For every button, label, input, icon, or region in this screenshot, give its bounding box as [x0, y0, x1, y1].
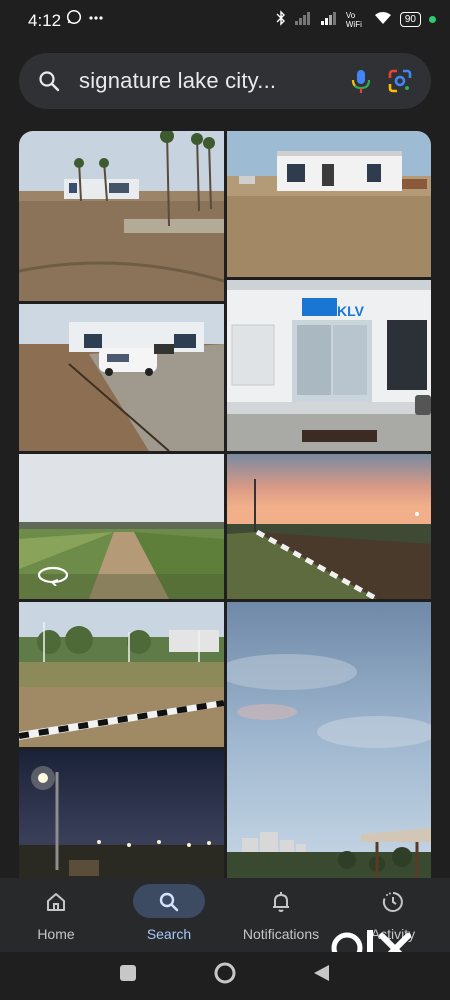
- image-result-6[interactable]: [227, 454, 431, 599]
- nav-home-label: Home: [37, 926, 75, 942]
- battery-indicator: 90: [399, 12, 421, 27]
- nav-notifications-label: Notifications: [242, 926, 320, 942]
- activity-icon: [381, 890, 405, 919]
- search-icon[interactable]: [37, 69, 61, 98]
- recent-apps-icon[interactable]: [119, 964, 137, 987]
- nav-notifications[interactable]: Notifications: [225, 878, 337, 952]
- vowifi-label: Vo WiFi: [345, 10, 362, 29]
- 360-view-icon[interactable]: [36, 564, 70, 586]
- bluetooth-icon: [276, 10, 286, 29]
- status-bar: 4:12 Vo WiFi 90: [0, 0, 450, 42]
- signal-2-icon: [320, 11, 338, 28]
- image-result-5[interactable]: [19, 454, 224, 599]
- system-navigation: [0, 952, 450, 1000]
- status-left-icons: [66, 9, 104, 30]
- status-time: 4:12: [28, 11, 62, 30]
- nav-home[interactable]: Home: [0, 878, 112, 952]
- image-result-1[interactable]: [19, 131, 224, 301]
- wifi-icon: [374, 11, 392, 28]
- image-result-2[interactable]: [227, 131, 431, 277]
- search-query[interactable]: signature lake city...: [79, 68, 276, 94]
- google-lens-icon[interactable]: [387, 68, 413, 99]
- home-button-icon[interactable]: [213, 961, 237, 990]
- back-icon[interactable]: [312, 963, 332, 988]
- privacy-dot-icon: [429, 16, 436, 23]
- home-icon: [44, 890, 68, 919]
- image-result-3[interactable]: [19, 304, 224, 451]
- search-icon: [157, 890, 181, 919]
- more-dots-icon: [88, 9, 104, 30]
- nav-search-label: Search: [146, 926, 192, 942]
- search-bar[interactable]: signature lake city...: [19, 53, 431, 109]
- image-result-8[interactable]: [227, 602, 431, 878]
- image-result-4[interactable]: KLV: [227, 280, 431, 451]
- microphone-icon[interactable]: [347, 67, 375, 100]
- image-result-7[interactable]: [19, 602, 224, 747]
- image-result-9[interactable]: [19, 750, 224, 878]
- whatsapp-icon: [66, 9, 82, 30]
- signal-1-icon: [294, 11, 312, 28]
- status-right-icons: Vo WiFi 90: [276, 10, 436, 29]
- nav-search[interactable]: Search: [113, 878, 225, 952]
- klv-sign-text: KLV: [337, 303, 365, 319]
- bell-icon: [269, 890, 293, 919]
